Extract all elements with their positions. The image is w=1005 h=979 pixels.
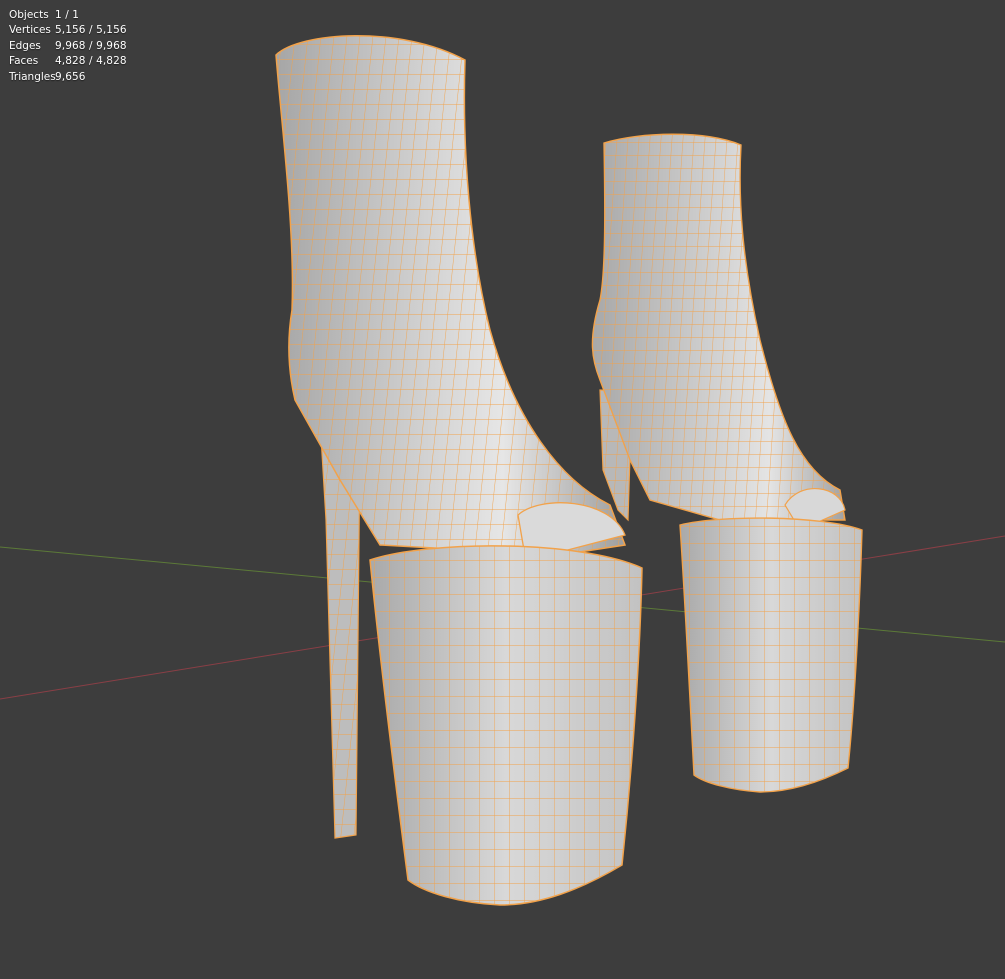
- 3d-viewport[interactable]: Objects 1 / 1 Vertices 5,156 / 5,156 Edg…: [0, 0, 1005, 979]
- stat-label: Faces: [9, 55, 39, 68]
- stat-row-edges: Edges 9,968 / 9,968: [9, 39, 127, 54]
- stat-row-faces: Faces 4,828 / 4,828: [9, 54, 127, 69]
- left-boot[interactable]: [275, 35, 643, 906]
- stat-label: Objects: [9, 9, 49, 21]
- stat-label: Triangles: [9, 70, 56, 83]
- stat-row-triangles: Triangles 9,656: [9, 70, 127, 85]
- scene-statistics-overlay: Objects 1 / 1 Vertices 5,156 / 5,156 Edg…: [9, 8, 127, 85]
- stat-row-vertices: Vertices 5,156 / 5,156: [9, 23, 127, 38]
- stat-row-objects: Objects 1 / 1: [9, 8, 127, 23]
- stat-value: 5,156 / 5,156: [55, 24, 127, 37]
- viewport-scene[interactable]: [0, 0, 1005, 979]
- stat-value: 1 / 1: [55, 9, 80, 21]
- stat-label: Vertices: [9, 24, 51, 37]
- stat-value: 4,828 / 4,828: [55, 55, 127, 68]
- stat-label: Edges: [9, 39, 41, 52]
- stat-value: 9,968 / 9,968: [55, 39, 127, 52]
- stat-value: 9,656: [55, 70, 86, 83]
